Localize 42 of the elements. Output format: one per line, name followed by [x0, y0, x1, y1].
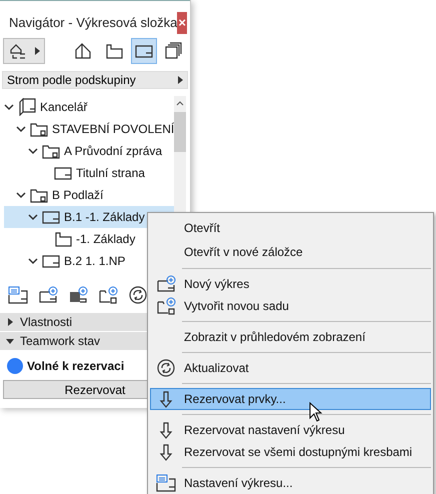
- refresh-icon: [156, 359, 176, 377]
- stacked-pages-icon: [164, 42, 184, 60]
- expanded-chevron-icon[interactable]: [4, 102, 14, 112]
- view-toggle-button[interactable]: [131, 38, 157, 64]
- collapsed-triangle-icon[interactable]: [6, 318, 14, 326]
- view-icon: [53, 230, 73, 248]
- new-folder-icon[interactable]: [68, 286, 88, 304]
- menu-item[interactable]: Rezervovat se všemi dostupnými kresbami: [150, 441, 431, 463]
- window-title: Navigátor - Výkresová složka: [9, 15, 178, 30]
- expanded-chevron-icon[interactable]: [16, 190, 26, 200]
- close-button[interactable]: ×: [177, 12, 187, 34]
- tree-item[interactable]: A Průvodní zpráva: [4, 140, 174, 162]
- mouse-cursor-icon: [309, 402, 323, 422]
- expanded-chevron-icon[interactable]: [16, 124, 26, 134]
- refresh-icon[interactable]: [128, 286, 148, 304]
- new-drawing-icon[interactable]: [38, 286, 58, 304]
- expanded-chevron-icon[interactable]: [28, 212, 38, 222]
- new-set-icon[interactable]: [98, 286, 118, 304]
- expanded-triangle-icon[interactable]: [6, 337, 14, 345]
- menu-item[interactable]: Nový výkres: [150, 273, 431, 295]
- tree-item[interactable]: Kancelář: [4, 96, 174, 118]
- settings-icon[interactable]: [8, 286, 28, 304]
- status-label: Volné k rezervaci: [27, 359, 124, 373]
- caret-icon: [178, 76, 183, 84]
- menu-item[interactable]: Rezervovat prvky...: [150, 388, 431, 410]
- tree-mode-dropdown[interactable]: Strom podle podskupiny: [2, 71, 188, 89]
- map-dropdown-button[interactable]: [3, 38, 45, 64]
- menu-item[interactable]: Rezervovat nastavení výkresu: [150, 419, 431, 441]
- book-icon: [17, 98, 37, 116]
- tree-item[interactable]: STAVEBNÍ POVOLENÍ: [4, 118, 174, 140]
- scroll-up-icon[interactable]: [176, 100, 184, 106]
- view-icon: [104, 42, 124, 60]
- settings-icon: [156, 474, 176, 492]
- menu-item[interactable]: Aktualizovat: [150, 357, 431, 379]
- menu-item[interactable]: Nastavení výkresu...: [150, 472, 431, 494]
- new-drawing-icon: [156, 275, 176, 293]
- tree-item[interactable]: Titulní strana: [4, 162, 174, 184]
- expanded-chevron-icon[interactable]: [28, 146, 38, 156]
- caret-icon: [34, 47, 40, 55]
- tree-item[interactable]: B Podlaží: [4, 184, 174, 206]
- new-set-icon: [156, 297, 176, 315]
- expanded-chevron-icon[interactable]: [28, 256, 38, 266]
